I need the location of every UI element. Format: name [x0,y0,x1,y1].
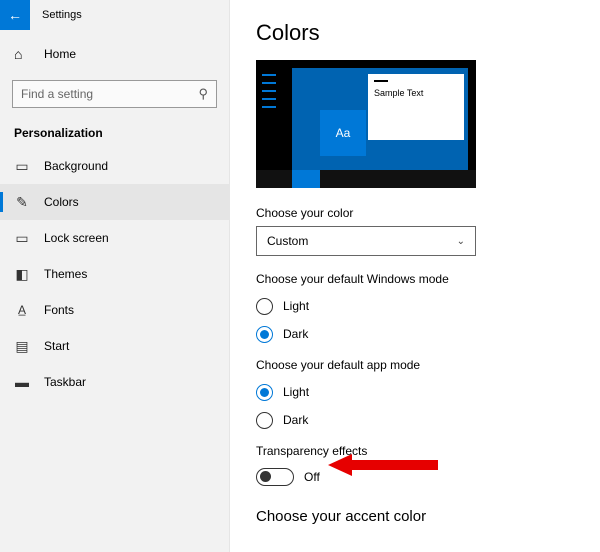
preview-tile: Aa [320,110,366,156]
preview-tile-text: Aa [336,126,351,140]
nav-home[interactable]: ⌂ Home [0,36,229,72]
sidebar-item-label: Fonts [44,303,74,317]
windows-mode-light[interactable]: Light [256,292,574,320]
radio-label: Light [283,299,309,313]
color-preview: Aa Sample Text [256,60,476,188]
sidebar-category: Personalization [0,116,229,148]
back-button[interactable]: ← [0,0,30,30]
themes-icon: ◧ [14,266,30,283]
chevron-down-icon: ⌄ [457,236,465,247]
sidebar-item-label: Colors [44,195,79,209]
choose-color-label: Choose your color [256,206,574,220]
choose-color-dropdown[interactable]: Custom ⌄ [256,226,476,256]
sidebar-item-label: Themes [44,267,87,281]
preview-window: Sample Text [368,74,464,140]
radio-icon-checked [256,384,273,401]
sidebar-item-background[interactable]: ▭ Background [0,148,229,184]
windows-mode-dark[interactable]: Dark [256,320,574,348]
search-placeholder: Find a setting [21,87,93,101]
lock-icon: ▭ [14,230,30,247]
fonts-icon: A̲ [14,303,30,317]
palette-icon: ✎ [14,194,30,211]
choose-color-value: Custom [267,234,308,248]
app-mode-light[interactable]: Light [256,378,574,406]
radio-label: Light [283,385,309,399]
radio-icon [256,298,273,315]
radio-icon [256,412,273,429]
app-mode-dark[interactable]: Dark [256,406,574,434]
sidebar-item-fonts[interactable]: A̲ Fonts [0,292,229,328]
preview-taskbar [256,170,476,188]
sidebar-item-lock-screen[interactable]: ▭ Lock screen [0,220,229,256]
window-title: Settings [42,9,82,21]
preview-start [292,170,320,188]
transparency-toggle[interactable] [256,468,294,486]
arrow-left-icon: ← [8,7,22,23]
transparency-state: Off [304,470,320,484]
accent-heading: Choose your accent color [256,508,574,525]
home-icon: ⌂ [14,46,30,62]
radio-label: Dark [283,327,308,341]
search-input[interactable]: Find a setting ⚲ [12,80,217,108]
annotation-arrow-icon [328,452,438,478]
start-icon: ▤ [14,338,30,355]
image-icon: ▭ [14,158,30,175]
radio-label: Dark [283,413,308,427]
sidebar-item-label: Lock screen [44,231,109,245]
windows-mode-label: Choose your default Windows mode [256,272,574,286]
sidebar-item-label: Taskbar [44,375,86,389]
search-icon: ⚲ [198,86,208,102]
taskbar-icon: ▬ [14,374,30,390]
sidebar-item-label: Start [44,339,69,353]
sidebar-item-taskbar[interactable]: ▬ Taskbar [0,364,229,400]
toggle-knob [260,471,271,482]
page-title: Colors [256,20,574,46]
sidebar-item-label: Background [44,159,108,173]
preview-sample-text: Sample Text [368,84,464,102]
nav-home-label: Home [44,47,76,61]
sidebar-item-start[interactable]: ▤ Start [0,328,229,364]
radio-icon-checked [256,326,273,343]
sidebar-item-colors[interactable]: ✎ Colors [0,184,229,220]
sidebar-item-themes[interactable]: ◧ Themes [0,256,229,292]
app-mode-label: Choose your default app mode [256,358,574,372]
